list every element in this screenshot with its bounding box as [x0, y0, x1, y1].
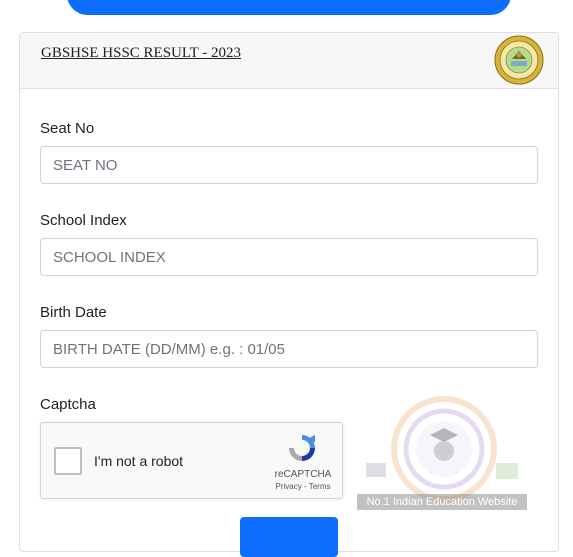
board-seal-logo	[494, 35, 544, 85]
recaptcha-widget: I'm not a robot reCAPTCHA Privacy - Term…	[40, 422, 343, 499]
school-index-label: School Index	[40, 212, 127, 229]
card-header: GBSHSE HSSC RESULT - 2023	[20, 33, 558, 89]
captcha-checkbox[interactable]	[54, 447, 82, 475]
watermark-caption: No.1 Indian Education Website	[357, 494, 527, 510]
recaptcha-icon	[289, 435, 315, 461]
page-title: GBSHSE HSSC RESULT - 2023	[41, 45, 242, 61]
captcha-label: Captcha	[40, 396, 96, 413]
seat-no-input[interactable]	[40, 146, 538, 184]
school-index-input[interactable]	[40, 238, 538, 276]
captcha-checkbox-text: I'm not a robot	[94, 453, 184, 469]
seat-no-label: Seat No	[40, 120, 95, 137]
birth-date-label: Birth Date	[40, 304, 107, 321]
recaptcha-brand-text: reCAPTCHA	[274, 469, 332, 480]
submit-button[interactable]	[240, 517, 338, 557]
top-banner-button[interactable]	[67, 0, 511, 15]
recaptcha-privacy-terms-links[interactable]: Privacy - Terms	[267, 482, 339, 491]
birth-date-input[interactable]	[40, 330, 538, 368]
